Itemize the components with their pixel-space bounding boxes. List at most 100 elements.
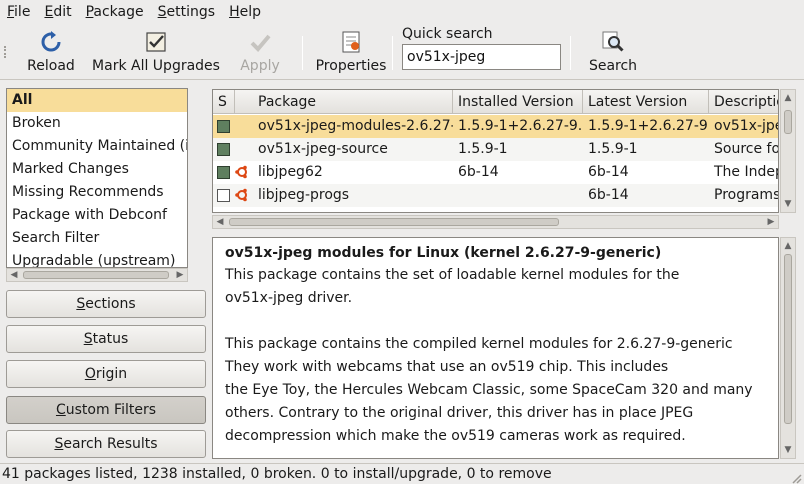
properties-button[interactable]: Properties [314,24,388,80]
description-line: They work with webcams that use an ov519… [225,359,669,375]
toolbar: Reload Mark All Upgrades Apply Propertie… [0,24,804,80]
filter-item-marked-changes[interactable]: Marked Changes [7,158,187,181]
package-status-checkbox[interactable] [217,143,230,156]
scrollbar-thumb[interactable] [784,110,792,134]
menubar: File Edit Package Settings Help [0,0,804,24]
status-accel: S [83,331,93,347]
column-header-installed-version[interactable]: Installed Version [453,90,583,114]
filter-item-missing-recommends[interactable]: Missing Recommends [7,181,187,204]
custom-filters-button[interactable]: Custom Filters [6,396,206,424]
sections-button[interactable]: Sections [6,290,206,318]
sections-rest: ections [85,296,136,312]
reload-label: Reload [27,58,75,74]
apply-icon [248,30,272,54]
latest-version: 6b-14 [588,187,629,203]
table-row[interactable]: ov51x-jpeg-modules-2.6.27-9- 1.5.9-1+2.6… [213,115,778,138]
column-header-status[interactable]: S [213,90,235,114]
description-line: This package contains the set of loadabl… [225,267,680,283]
quick-search-label: Quick search [402,26,493,42]
search-button[interactable]: Search [584,24,642,80]
scroll-up-arrow-icon[interactable]: ▲ [782,240,794,252]
filter-item-upgradable-upstream[interactable]: Upgradable (upstream) [7,250,187,267]
table-row[interactable]: ov51x-jpeg-source 1.5.9-1 1.5.9-1 Source… [213,138,778,161]
menu-file-rest: ile [14,4,31,20]
scroll-down-arrow-icon[interactable]: ▼ [782,198,794,210]
reload-button[interactable]: Reload [22,24,80,80]
menu-edit[interactable]: Edit [37,0,78,24]
description-line: the Eye Toy, the Hercules Webcam Classic… [225,382,753,398]
filter-item-search-filter[interactable]: Search Filter [7,227,187,250]
sections-accel: S [76,296,86,312]
description-paragraph-gap [225,310,766,333]
package-status-checkbox[interactable] [217,189,230,202]
column-header-description[interactable]: Descriptio [709,90,778,114]
description-line: others. Contrary to the original driver,… [225,405,694,421]
status-button[interactable]: Status [6,325,206,353]
filter-list-horizontal-scrollbar[interactable]: ◀ ▶ [6,268,188,282]
package-table-horizontal-scrollbar[interactable]: ◀ ▶ [212,215,779,229]
menu-edit-rest: dit [53,4,72,20]
description-title: ov51x-jpeg modules for Linux (kernel 2.6… [225,245,662,261]
description-line: ov51x-jpeg driver. [225,290,353,306]
description-line: This package contains the compiled kerne… [225,336,733,352]
scroll-left-arrow-icon[interactable]: ◀ [214,216,226,228]
package-description: The Indep [714,164,779,180]
package-table-header: S Package Installed Version Latest Versi… [213,90,778,114]
menu-help-accel: H [229,4,240,20]
mark-all-upgrades-button[interactable]: Mark All Upgrades [92,24,220,80]
menu-settings-rest: ettings [166,4,216,20]
menu-help-rest: elp [239,4,261,20]
table-row[interactable]: libjpeg-progs 6b-14 Programs [213,184,778,207]
origin-button[interactable]: Origin [6,360,206,388]
scroll-down-arrow-icon[interactable]: ▼ [782,444,794,456]
column-header-package[interactable]: Package [253,90,453,114]
package-table-vertical-scrollbar[interactable]: ▲ ▼ [780,89,796,213]
package-table: S Package Installed Version Latest Versi… [212,89,779,213]
column-header-latest-version[interactable]: Latest Version [583,90,709,114]
toolbar-separator [302,36,303,70]
menu-edit-accel: E [44,4,54,20]
scrollbar-thumb[interactable] [784,254,792,424]
menu-settings[interactable]: Settings [151,0,222,24]
quick-search-input[interactable] [402,44,561,70]
filter-list: All Broken Community Maintained (ins Mar… [6,88,188,268]
filter-item-all[interactable]: All [7,89,187,112]
properties-label: Properties [315,58,387,74]
search-icon [601,30,625,54]
mark-all-upgrades-label: Mark All Upgrades [92,58,220,74]
search-results-accel: S [54,436,64,452]
scroll-right-arrow-icon[interactable]: ▶ [765,216,777,228]
menu-package[interactable]: Package [79,0,151,24]
ubuntu-supported-icon [235,165,249,179]
toolbar-grip[interactable] [4,46,10,58]
origin-accel: O [84,366,96,382]
scrollbar-thumb[interactable] [23,271,169,279]
custom-filters-rest: ustom Filters [65,402,157,418]
origin-rest: rigin [95,366,128,382]
menu-file[interactable]: File [0,0,37,24]
scroll-right-arrow-icon[interactable]: ▶ [174,269,186,281]
table-row[interactable]: libjpeg62 6b-14 6b-14 The Indep [213,161,779,184]
scroll-up-arrow-icon[interactable]: ▲ [782,92,794,104]
filter-item-package-with-debconf[interactable]: Package with Debconf [7,204,187,227]
filter-item-broken[interactable]: Broken [7,112,187,135]
filter-item-community-maintained[interactable]: Community Maintained (ins [7,135,187,158]
package-name: ov51x-jpeg-modules-2.6.27-9- [258,118,453,134]
menu-help[interactable]: Help [222,0,268,24]
package-name: libjpeg62 [258,164,323,180]
installed-version: 1.5.9-1 [458,141,508,157]
package-status-checkbox[interactable] [217,120,230,133]
description-line: decompression which make the ov519 camer… [225,428,686,444]
apply-button[interactable]: Apply [232,24,288,80]
package-status-checkbox[interactable] [217,166,230,179]
resize-grip-icon[interactable] [790,470,802,484]
latest-version: 1.5.9-1+2.6.27-9.19 [588,118,709,134]
scrollbar-thumb[interactable] [229,218,559,226]
search-results-button[interactable]: Search Results [6,430,206,458]
description-vertical-scrollbar[interactable]: ▲ ▼ [780,237,796,459]
custom-filters-accel: C [55,402,66,418]
scroll-left-arrow-icon[interactable]: ◀ [8,269,20,281]
menu-file-accel: F [7,4,15,20]
installed-version [453,184,583,207]
package-name: libjpeg-progs [258,187,350,203]
